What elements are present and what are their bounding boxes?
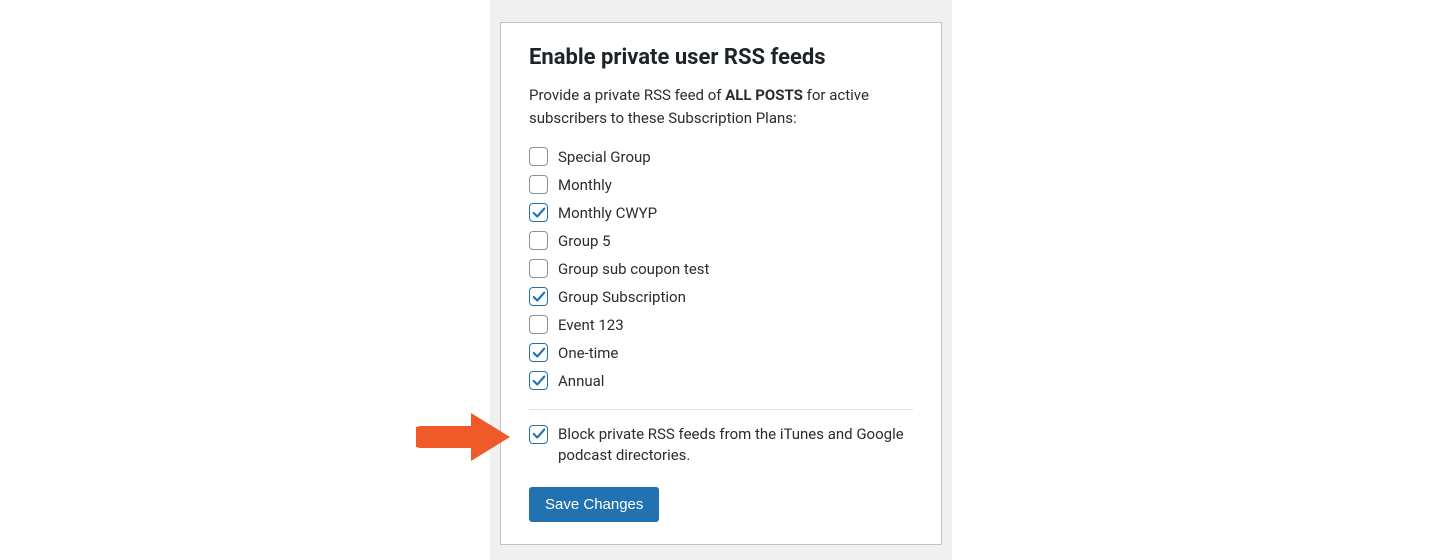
plan-row-group-sub-coupon[interactable]: Group sub coupon test [529, 257, 913, 281]
divider [529, 409, 913, 410]
checkmark-icon [532, 346, 546, 360]
rss-feeds-panel: Enable private user RSS feeds Provide a … [500, 22, 942, 545]
subscription-plan-list: Special Group Monthly Monthly CWYP Group… [529, 145, 913, 393]
checkmark-icon [532, 374, 546, 388]
checkbox-icon[interactable] [529, 203, 548, 222]
desc-prefix: Provide a private RSS feed of [529, 86, 725, 104]
plan-row-annual[interactable]: Annual [529, 369, 913, 393]
checkbox-icon[interactable] [529, 343, 548, 362]
plan-label: Monthly CWYP [558, 201, 657, 225]
panel-title: Enable private user RSS feeds [529, 45, 913, 70]
plan-label: Special Group [558, 145, 651, 169]
checkbox-icon[interactable] [529, 259, 548, 278]
checkmark-icon [532, 290, 546, 304]
plan-row-monthly-cwyp[interactable]: Monthly CWYP [529, 201, 913, 225]
plan-row-special-group[interactable]: Special Group [529, 145, 913, 169]
checkbox-icon[interactable] [529, 147, 548, 166]
plan-row-group-5[interactable]: Group 5 [529, 229, 913, 253]
plan-label: Group sub coupon test [558, 257, 709, 281]
checkmark-icon [532, 206, 546, 220]
block-directories-label: Block private RSS feeds from the iTunes … [558, 424, 913, 468]
plan-row-event-123[interactable]: Event 123 [529, 313, 913, 337]
plan-row-one-time[interactable]: One-time [529, 341, 913, 365]
plan-row-group-subscription[interactable]: Group Subscription [529, 285, 913, 309]
checkmark-icon [532, 427, 546, 441]
plan-label: Event 123 [558, 313, 624, 337]
plan-label: Annual [558, 369, 604, 393]
checkbox-icon[interactable] [529, 425, 548, 444]
checkbox-icon[interactable] [529, 175, 548, 194]
checkbox-icon[interactable] [529, 371, 548, 390]
plan-label: Group 5 [558, 229, 611, 253]
plan-row-monthly[interactable]: Monthly [529, 173, 913, 197]
checkbox-icon[interactable] [529, 315, 548, 334]
panel-description: Provide a private RSS feed of ALL POSTS … [529, 84, 913, 131]
save-button[interactable]: Save Changes [529, 487, 659, 522]
desc-bold: ALL POSTS [725, 86, 803, 104]
block-directories-row[interactable]: Block private RSS feeds from the iTunes … [529, 424, 913, 468]
plan-label: One-time [558, 341, 618, 365]
checkbox-icon[interactable] [529, 231, 548, 250]
plan-label: Monthly [558, 173, 612, 197]
plan-label: Group Subscription [558, 285, 686, 309]
checkbox-icon[interactable] [529, 287, 548, 306]
